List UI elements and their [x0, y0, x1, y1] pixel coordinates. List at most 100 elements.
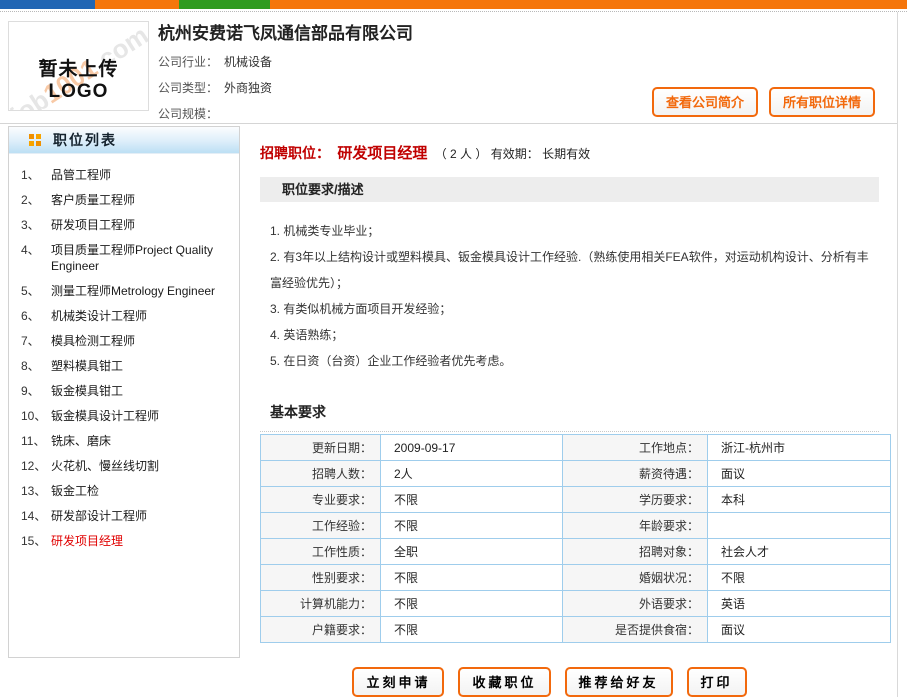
company-industry-label: 公司行业：: [158, 55, 218, 69]
requirement-line: 5. 在日资（台资）企业工作经验者优先考虑。: [270, 348, 879, 374]
field-value: 不限: [381, 513, 563, 539]
recommend-to-friend-button[interactable]: 推荐给好友: [565, 667, 673, 697]
job-list-item-12[interactable]: 12、火花机、慢丝线切割: [21, 458, 233, 474]
job-list-item-8[interactable]: 8、塑料模具钳工: [21, 358, 233, 374]
job-item-number: 1、: [21, 167, 51, 183]
job-item-label[interactable]: 项目质量工程师Project Quality Engineer: [51, 242, 233, 274]
job-item-number: 10、: [21, 408, 51, 424]
job-item-label[interactable]: 研发项目经理: [51, 533, 123, 549]
field-value: 不限: [381, 617, 563, 643]
field-label: 年龄要求：: [563, 513, 708, 539]
job-list-item-6[interactable]: 6、机械类设计工程师: [21, 308, 233, 324]
job-list-item-13[interactable]: 13、钣金工检: [21, 483, 233, 499]
job-title: 研发项目经理: [337, 145, 427, 162]
job-item-number: 12、: [21, 458, 51, 474]
job-item-number: 3、: [21, 217, 51, 233]
job-item-label[interactable]: 模具检测工程师: [51, 333, 135, 349]
job-list-item-5[interactable]: 5、测量工程师Metrology Engineer: [21, 283, 233, 299]
job-list-title: 职位列表: [53, 130, 117, 150]
save-job-button[interactable]: 收藏职位: [458, 667, 550, 697]
field-value: 浙江-杭州市: [708, 435, 891, 461]
requirement-line: 1. 机械类专业毕业；: [270, 218, 879, 244]
job-item-number: 13、: [21, 483, 51, 499]
job-item-label[interactable]: 机械类设计工程师: [51, 308, 147, 324]
field-label: 工作地点：: [563, 435, 708, 461]
table-row: 性别要求： 不限 婚姻状况： 不限: [261, 565, 891, 591]
field-label: 工作性质：: [261, 539, 381, 565]
job-item-label[interactable]: 钣金模具钳工: [51, 383, 123, 399]
requirement-line: 2. 有3年以上结构设计或塑料模具、钣金模具设计工作经验.（熟练使用相关FEA软…: [270, 244, 879, 296]
company-industry-value: 机械设备: [224, 55, 272, 69]
all-jobs-detail-button[interactable]: 所有职位详情: [769, 87, 875, 117]
company-industry-row: 公司行业： 机械设备: [158, 53, 897, 70]
company-type-value: 外商独资: [224, 81, 272, 95]
field-label: 性别要求：: [261, 565, 381, 591]
job-item-number: 6、: [21, 308, 51, 324]
company-type-label: 公司类型：: [158, 81, 218, 95]
table-row: 工作经验： 不限 年龄要求：: [261, 513, 891, 539]
field-value: 2人: [381, 461, 563, 487]
content-area: 职位列表 1、品管工程师 2、客户质量工程师 3、研发项目工程师 4、项目质量工…: [0, 124, 897, 697]
job-list-item-10[interactable]: 10、钣金模具设计工程师: [21, 408, 233, 424]
logo-placeholder-text: 暂未上传LOGO: [9, 54, 148, 103]
field-value: 本科: [708, 487, 891, 513]
job-list-item-7[interactable]: 7、模具检测工程师: [21, 333, 233, 349]
validity-value: 长期有效: [542, 147, 590, 161]
table-row: 工作性质： 全职 招聘对象： 社会人才: [261, 539, 891, 565]
accent-segment-orange-long: [270, 0, 907, 9]
page-container: job1001.com 暂未上传LOGO 杭州安费诺飞凤通信部品有限公司 公司行…: [0, 12, 898, 697]
job-item-label[interactable]: 塑料模具钳工: [51, 358, 123, 374]
job-item-label[interactable]: 品管工程师: [51, 167, 111, 183]
basic-requirements-header: 基本要求: [260, 402, 879, 432]
field-label: 专业要求：: [261, 487, 381, 513]
job-list-item-11[interactable]: 11、铣床、磨床: [21, 433, 233, 449]
field-label: 外语要求：: [563, 591, 708, 617]
job-list-item-3[interactable]: 3、研发项目工程师: [21, 217, 233, 233]
job-item-label[interactable]: 钣金模具设计工程师: [51, 408, 159, 424]
field-label: 婚姻状况：: [563, 565, 708, 591]
print-button[interactable]: 打印: [687, 667, 747, 697]
field-label: 户籍要求：: [261, 617, 381, 643]
field-label: 工作经验：: [261, 513, 381, 539]
job-item-label[interactable]: 火花机、慢丝线切割: [51, 458, 159, 474]
grid-icon: [29, 134, 41, 146]
requirement-line: 3. 有类似机械方面项目开发经验；: [270, 296, 879, 322]
job-item-number: 4、: [21, 242, 51, 274]
field-label: 计算机能力：: [261, 591, 381, 617]
action-buttons-row: 立刻申请 收藏职位 推荐给好友 打印: [260, 667, 879, 697]
job-list-item-9[interactable]: 9、钣金模具钳工: [21, 383, 233, 399]
job-requirements: 1. 机械类专业毕业； 2. 有3年以上结构设计或塑料模具、钣金模具设计工作经验…: [260, 218, 879, 374]
job-headcount: （ 2 人 ）: [435, 147, 488, 161]
table-row: 户籍要求： 不限 是否提供食宿： 面议: [261, 617, 891, 643]
job-item-number: 15、: [21, 533, 51, 549]
field-label: 学历要求：: [563, 487, 708, 513]
requirements-section-header: 职位要求/描述: [260, 177, 879, 202]
accent-segment-blue: [0, 0, 95, 9]
field-value: 面议: [708, 461, 891, 487]
field-value: 不限: [381, 591, 563, 617]
job-item-label[interactable]: 测量工程师Metrology Engineer: [51, 283, 215, 299]
job-list-item-4[interactable]: 4、项目质量工程师Project Quality Engineer: [21, 242, 233, 274]
view-company-profile-button[interactable]: 查看公司简介: [652, 87, 758, 117]
job-title-row: 招聘职位： 研发项目经理 （ 2 人 ） 有效期： 长期有效: [260, 142, 879, 163]
job-list-item-1[interactable]: 1、品管工程师: [21, 167, 233, 183]
company-name: 杭州安费诺飞凤通信部品有限公司: [158, 19, 897, 44]
job-item-number: 11、: [21, 433, 51, 449]
job-item-number: 8、: [21, 358, 51, 374]
apply-now-button[interactable]: 立刻申请: [352, 667, 444, 697]
job-item-label[interactable]: 研发部设计工程师: [51, 508, 147, 524]
table-row: 招聘人数： 2人 薪资待遇： 面议: [261, 461, 891, 487]
job-item-label[interactable]: 研发项目工程师: [51, 217, 135, 233]
job-list-item-2[interactable]: 2、客户质量工程师: [21, 192, 233, 208]
job-list-item-14[interactable]: 14、研发部设计工程师: [21, 508, 233, 524]
job-item-label[interactable]: 钣金工检: [51, 483, 99, 499]
table-row: 专业要求： 不限 学历要求： 本科: [261, 487, 891, 513]
field-value: 面议: [708, 617, 891, 643]
job-item-label[interactable]: 客户质量工程师: [51, 192, 135, 208]
company-header: job1001.com 暂未上传LOGO 杭州安费诺飞凤通信部品有限公司 公司行…: [0, 12, 897, 124]
job-list-sidebar: 职位列表 1、品管工程师 2、客户质量工程师 3、研发项目工程师 4、项目质量工…: [8, 126, 240, 658]
table-row: 更新日期： 2009-09-17 工作地点： 浙江-杭州市: [261, 435, 891, 461]
job-list-item-15-active[interactable]: 15、研发项目经理: [21, 533, 233, 549]
job-item-label[interactable]: 铣床、磨床: [51, 433, 111, 449]
field-label: 招聘对象：: [563, 539, 708, 565]
